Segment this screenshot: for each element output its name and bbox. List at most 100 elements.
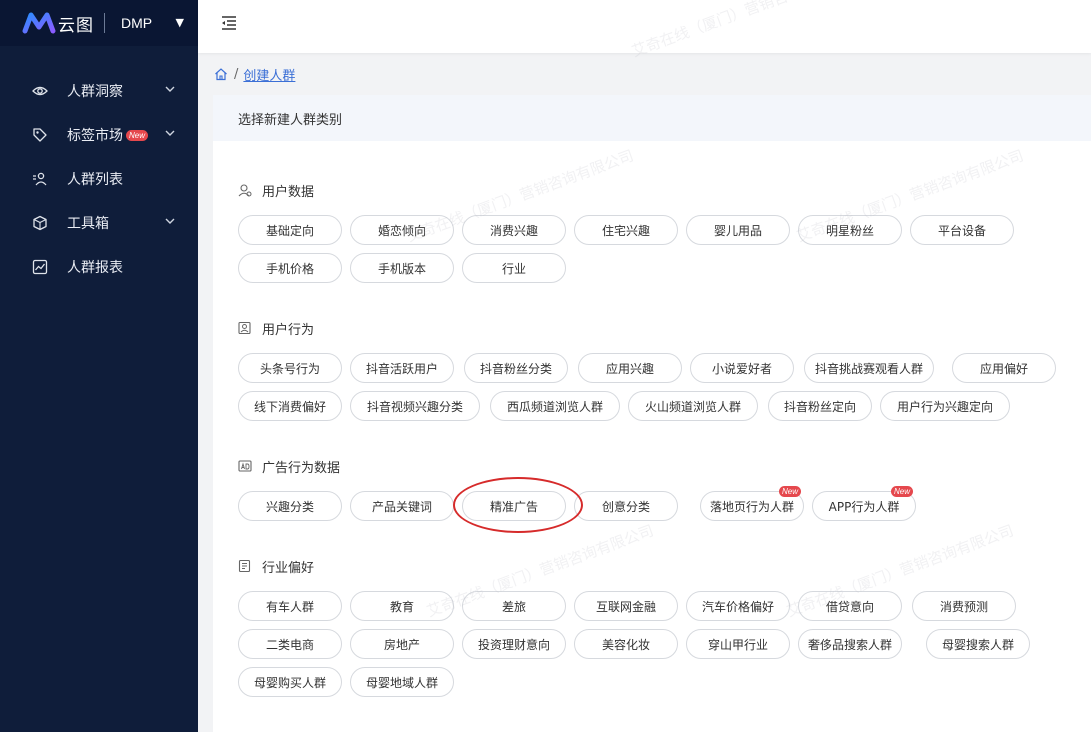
sidebar-item-label: 标签市场 [67,128,123,144]
tag-option[interactable]: 有车人群 [238,591,342,621]
sidebar-item-label: 人群洞察 [67,84,123,100]
sidebar-menu: 人群洞察 标签市场 New 人群列表 工具箱 人群报表 [0,69,198,289]
users-list-icon [32,171,48,187]
section-title: 用户数据 [238,180,314,200]
tag-option[interactable]: 产品关键词 [350,491,454,521]
section-title-text: 用户行为 [262,322,315,338]
tag-option[interactable]: 平台设备 [910,215,1014,245]
section-title-text: 行业偏好 [262,560,315,576]
sidebar: 云图 DMP ▼ 人群洞察 标签市场 New 人群列表 工具箱 人群报表 [0,0,198,732]
tag-option[interactable]: 兴趣分类 [238,491,342,521]
main-panel: 选择新建人群类别 用户数据 基础定向 婚恋倾向 消费兴趣 住宅兴趣 婴儿用品 明… [213,95,1091,732]
sidebar-item-label: 人群列表 [67,172,123,188]
tag-option[interactable]: 火山频道浏览人群 [628,391,758,421]
section-user-behavior: 用户行为 [238,318,314,338]
tag-option[interactable]: 住宅兴趣 [574,215,678,245]
tag-option[interactable]: 母婴搜索人群 [926,629,1030,659]
chevron-down-icon [164,127,176,139]
tag-label: APP行为人群 [828,499,900,514]
tag-option[interactable]: 用户行为兴趣定向 [880,391,1010,421]
tag-option[interactable]: 手机价格 [238,253,342,283]
user-data-icon [238,183,252,197]
tag-option[interactable]: 基础定向 [238,215,342,245]
sidebar-item-audience-list[interactable]: 人群列表 [0,157,198,201]
sidebar-item-toolbox[interactable]: 工具箱 [0,201,198,245]
user-behavior-icon [238,321,252,335]
tag-option[interactable]: 互联网金融 [574,591,678,621]
eye-icon [32,83,48,99]
tag-option[interactable]: 线下消费偏好 [238,391,342,421]
sidebar-item-report[interactable]: 人群报表 [0,245,198,289]
tag-option[interactable]: 投资理财意向 [462,629,566,659]
tag-option[interactable]: 房地产 [350,629,454,659]
tag-option[interactable]: 借贷意向 [798,591,902,621]
tag-option[interactable]: 抖音粉丝定向 [768,391,872,421]
tag-option[interactable]: 应用偏好 [952,353,1056,383]
top-header [198,0,1091,53]
tag-option[interactable]: 手机版本 [350,253,454,283]
section-ad-behavior: 广告行为数据 [238,456,340,476]
product-switcher[interactable]: DMP [121,15,152,31]
tag-option[interactable]: 西瓜频道浏览人群 [490,391,620,421]
tag-option[interactable]: 抖音挑战赛观看人群 [804,353,934,383]
tag-option[interactable]: 教育 [350,591,454,621]
tag-option[interactable]: 明星粉丝 [798,215,902,245]
tag-option[interactable]: 美容化妆 [574,629,678,659]
tag-label: 落地页行为人群 [709,499,794,514]
industry-icon [238,559,252,573]
menu-collapse-icon[interactable] [220,14,238,32]
tag-option[interactable]: 二类电商 [238,629,342,659]
section-industry: 行业偏好 [238,556,314,576]
logo-text: 云图 [58,15,94,36]
logo-icon [22,11,56,35]
breadcrumb-separator: / [234,66,239,82]
page-title: 选择新建人群类别 [213,95,1091,141]
tag-option[interactable]: 行业 [462,253,566,283]
section-title-text: 用户数据 [262,184,315,200]
tag-option[interactable]: 头条号行为 [238,353,342,383]
tag-icon [32,127,48,143]
home-icon[interactable] [214,67,228,81]
caret-down-icon[interactable]: ▼ [176,16,184,29]
tag-option[interactable]: 落地页行为人群 New [700,486,804,521]
tag-option[interactable]: 奢侈品搜索人群 [798,629,902,659]
tag-option[interactable]: 抖音活跃用户 [350,353,454,383]
section-user-data: 用户数据 [238,180,314,200]
sidebar-item-insight[interactable]: 人群洞察 [0,69,198,113]
tag-option[interactable]: 穿山甲行业 [686,629,790,659]
tag-option[interactable]: 小说爱好者 [690,353,794,383]
tag-option[interactable]: APP行为人群 New [812,486,916,521]
line-chart-icon [32,259,48,275]
tag-option[interactable]: 差旅 [462,591,566,621]
tag-option[interactable]: 消费兴趣 [462,215,566,245]
cube-icon [32,215,48,231]
tag-option[interactable]: 消费预测 [912,591,1016,621]
brand-divider [104,13,105,33]
tag-option[interactable]: 抖音粉丝分类 [464,353,568,383]
tag-option[interactable]: 汽车价格偏好 [686,591,790,621]
tag-option[interactable]: 创意分类 [574,491,678,521]
tag-option[interactable]: 婴儿用品 [686,215,790,245]
sidebar-item-label: 工具箱 [67,216,109,232]
chevron-down-icon [164,83,176,95]
brand-bar: 云图 DMP ▼ [0,0,198,46]
new-badge: New [890,486,913,497]
sidebar-item-tag-market[interactable]: 标签市场 New [0,113,198,157]
section-title: 广告行为数据 [238,456,340,476]
new-badge: New [126,129,149,141]
tag-option[interactable]: 应用兴趣 [578,353,682,383]
ad-icon [238,459,252,473]
section-title-text: 广告行为数据 [262,460,341,476]
section-title: 行业偏好 [238,556,314,576]
new-badge: New [778,486,801,497]
tag-option[interactable]: 抖音视频兴趣分类 [350,391,480,421]
section-title: 用户行为 [238,318,314,338]
tag-option-precise-ad[interactable]: 精准广告 [462,491,566,521]
breadcrumb-current[interactable]: 创建人群 [243,65,295,84]
tag-option[interactable]: 母婴地域人群 [350,667,454,697]
breadcrumb: / 创建人群 [214,64,295,84]
chevron-down-icon [164,215,176,227]
tag-option[interactable]: 婚恋倾向 [350,215,454,245]
tag-option[interactable]: 母婴购买人群 [238,667,342,697]
sidebar-item-label: 人群报表 [67,260,123,276]
